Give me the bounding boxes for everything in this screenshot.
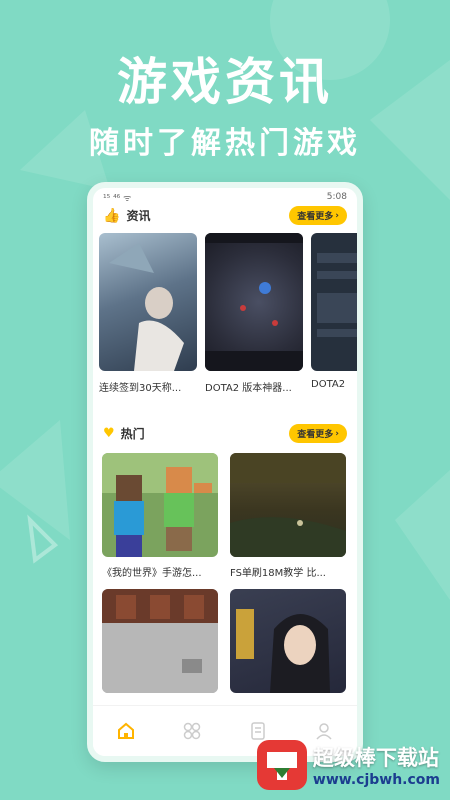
hot-thumbnail xyxy=(102,453,218,557)
heart-icon: ♥ xyxy=(103,426,115,441)
chevron-right-icon: › xyxy=(335,210,339,221)
chevron-right-icon: › xyxy=(335,428,339,439)
character-illustration xyxy=(109,243,184,371)
news-card[interactable]: DOTA2 版本神器... xyxy=(205,233,303,394)
watermark: 超级棒下载站 www.cjbwh.com xyxy=(256,740,440,790)
character-portrait xyxy=(236,609,330,693)
status-bar: ¹⁵ ⁴⁶ ᯤ 5:08 xyxy=(93,188,357,206)
watermark-text: 超级棒下载站 xyxy=(312,746,439,770)
hot-card[interactable]: 《我的世界》手游怎... xyxy=(102,453,218,579)
hot-section-header: ♥ 热门 查看更多 › xyxy=(93,424,357,443)
news-section-title: 资讯 xyxy=(126,209,151,223)
home-icon xyxy=(118,722,134,739)
phone-frame: ¹⁵ ⁴⁶ ᯤ 5:08 👍 资讯 查看更多 › 连续签到30天称... DOT… xyxy=(87,182,363,762)
hot-card[interactable]: FS单刷18M教学 比... xyxy=(230,453,346,579)
news-thumbnail xyxy=(99,233,197,371)
grid-icon xyxy=(183,722,201,740)
hot-card[interactable] xyxy=(102,589,218,700)
news-section-header: 👍 资讯 查看更多 › xyxy=(93,206,357,225)
watermark-url: www.cjbwh.com xyxy=(312,772,440,788)
news-more-button[interactable]: 查看更多 › xyxy=(289,206,347,225)
status-signal: ¹⁵ ⁴⁶ ᯤ xyxy=(103,193,132,204)
hot-caption: 《我的世界》手游怎... xyxy=(102,568,202,579)
news-caption: DOTA2 版本神器... xyxy=(205,383,292,394)
hot-card[interactable] xyxy=(230,589,346,700)
hot-caption: FS单刷18M教学 比... xyxy=(230,568,326,579)
user-icon xyxy=(316,723,332,740)
game-screenshot xyxy=(205,233,303,371)
news-more-label: 查看更多 xyxy=(297,212,334,222)
document-icon xyxy=(251,722,265,740)
news-card[interactable]: DOTA2 xyxy=(311,233,357,394)
hot-more-button[interactable]: 查看更多 › xyxy=(289,424,347,443)
news-card[interactable]: 连续签到30天称... xyxy=(99,233,197,394)
news-caption: DOTA2 xyxy=(311,379,346,390)
hot-section-title: 热门 xyxy=(120,427,145,441)
game-screenshot xyxy=(317,253,357,337)
tab-home[interactable] xyxy=(114,719,138,743)
hero-title: 游戏资讯 xyxy=(117,53,333,111)
news-thumbnail xyxy=(205,233,303,371)
minecraft-characters xyxy=(102,453,218,557)
news-thumbnail xyxy=(311,233,357,371)
hot-more-label: 查看更多 xyxy=(297,430,334,440)
watermark-logo-icon xyxy=(256,740,307,790)
thumbs-up-icon: 👍 xyxy=(103,207,121,224)
status-time: 5:08 xyxy=(326,192,347,202)
minecraft-redstone xyxy=(102,589,218,693)
news-caption: 连续签到30天称... xyxy=(99,383,182,394)
hot-grid: 《我的世界》手游怎... FS单刷18M教学 比... xyxy=(93,443,357,700)
hero-subtitle: 随时了解热门游戏 xyxy=(89,126,361,161)
game-screenshot xyxy=(230,453,346,557)
news-list: 连续签到30天称... DOTA2 版本神器... DOTA2 xyxy=(93,225,357,394)
hot-thumbnail xyxy=(102,589,218,693)
hot-thumbnail xyxy=(230,453,346,557)
hot-thumbnail xyxy=(230,589,346,693)
tab-categories[interactable] xyxy=(180,719,204,743)
